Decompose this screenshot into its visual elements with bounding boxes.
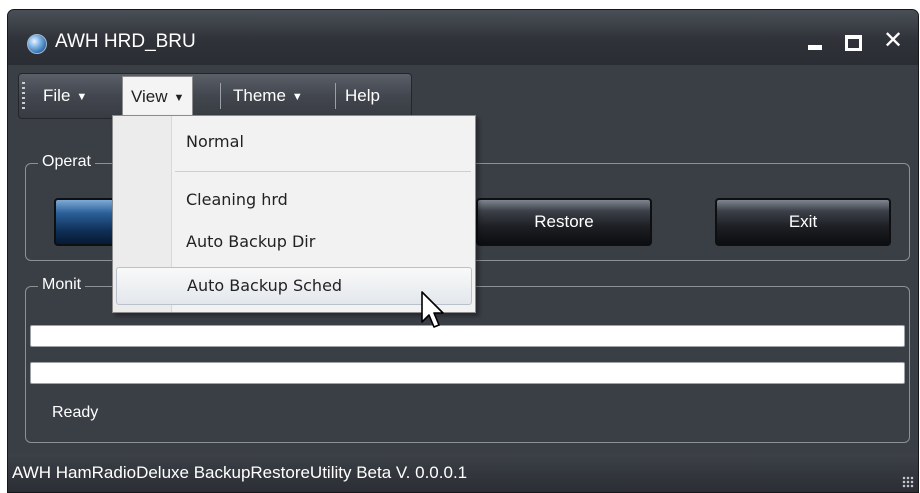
menu-item-auto-backup-dir[interactable]: Auto Backup Dir (116, 224, 470, 260)
mouse-pointer-icon (421, 291, 444, 328)
app-globe-icon (27, 34, 47, 54)
menu-grip-handle[interactable] (22, 82, 25, 110)
menu-separator (220, 83, 221, 109)
view-menu-dropdown: Normal Cleaning hrd Auto Backup Dir Auto… (112, 115, 476, 313)
close-button[interactable]: ✕ (876, 24, 910, 56)
menu-theme-label: Theme (233, 86, 286, 105)
chevron-down-icon: ▼ (76, 90, 88, 103)
menu-help[interactable]: Help (339, 83, 386, 109)
maximize-icon (845, 35, 862, 51)
window-title: AWH HRD_BRU (55, 31, 196, 52)
menu-item-normal[interactable]: Normal (116, 124, 470, 160)
menu-item-label: Auto Backup Sched (187, 276, 343, 295)
menu-file-label: File (43, 86, 71, 105)
menu-file[interactable]: File ▼ (37, 83, 93, 109)
restore-button[interactable]: Restore (476, 198, 652, 246)
resize-grip-icon[interactable] (902, 476, 914, 488)
maximize-button[interactable] (836, 24, 870, 56)
monitor-status-text: Ready (52, 404, 99, 421)
chevron-down-icon: ▼ (173, 91, 185, 104)
menu-view-label: View (131, 87, 168, 106)
progress-bar-secondary (30, 362, 905, 384)
status-bar-text: AWH HamRadioDeluxe BackupRestoreUtility … (12, 463, 468, 482)
progress-bar-primary (30, 325, 905, 347)
menu-item-label: Normal (186, 132, 244, 151)
chevron-down-icon: ▼ (291, 90, 303, 103)
menu-item-cleaning-hrd[interactable]: Cleaning hrd (116, 182, 470, 218)
title-bar[interactable]: AWH HRD_BRU ✕ (8, 10, 918, 65)
menu-divider (175, 171, 471, 172)
menu-separator (335, 83, 336, 109)
status-bar: AWH HamRadioDeluxe BackupRestoreUtility … (8, 454, 918, 492)
menu-theme[interactable]: Theme ▼ (227, 83, 309, 109)
close-icon: ✕ (882, 26, 904, 54)
menu-view[interactable]: View ▼ (122, 76, 194, 117)
minimize-button[interactable] (798, 24, 832, 56)
menu-item-auto-backup-sched[interactable]: Auto Backup Sched (116, 267, 472, 305)
menu-help-label: Help (345, 86, 380, 105)
menu-item-label: Auto Backup Dir (186, 232, 316, 251)
monitor-group-label: Monit (38, 276, 86, 294)
operations-group-label: Operat (38, 153, 95, 171)
minimize-icon (808, 45, 822, 50)
exit-button[interactable]: Exit (715, 198, 891, 246)
menu-bar: File ▼ View ▼ Theme ▼ Help (18, 73, 412, 119)
menu-item-label: Cleaning hrd (186, 190, 288, 209)
